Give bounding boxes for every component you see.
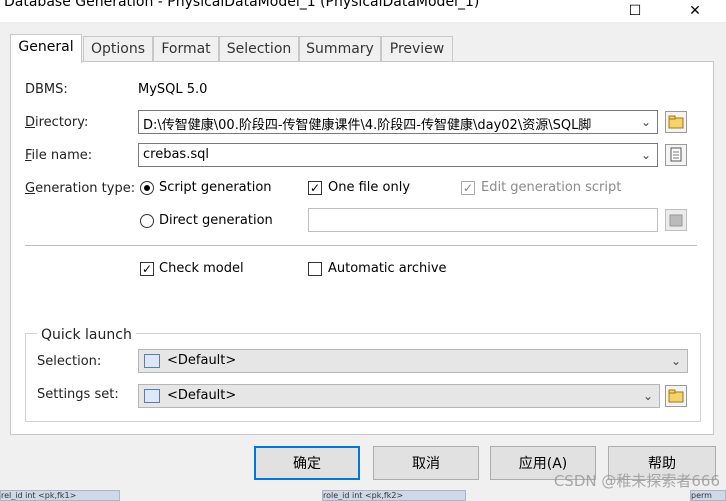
- chevron-down-icon[interactable]: ⌄: [637, 112, 655, 132]
- tab-general[interactable]: General: [10, 34, 82, 63]
- cancel-button[interactable]: 取消: [373, 446, 479, 480]
- edit-generation-script-label: Edit generation script: [481, 180, 622, 195]
- tab-bar: General Options Format Selection Summary…: [10, 34, 710, 63]
- one-file-only-label: One file only: [328, 180, 411, 195]
- settings-set-value: <Default>: [167, 388, 237, 403]
- generation-type-label: Generation type:: [25, 181, 136, 196]
- automatic-archive-checkbox[interactable]: [308, 262, 322, 276]
- tab-selection[interactable]: Selection: [219, 36, 299, 61]
- watermark: CSDN @稚未探索者666: [553, 472, 720, 490]
- background-entity-fragment: rel_id int <pk,fk1>: [0, 490, 120, 501]
- quick-launch-title: Quick launch: [37, 327, 136, 343]
- chevron-down-icon[interactable]: ⌄: [637, 145, 655, 165]
- directory-label: Directory:: [25, 115, 89, 130]
- tab-format[interactable]: Format: [153, 36, 219, 61]
- one-file-only-checkbox[interactable]: ✓: [308, 181, 322, 195]
- filename-label: File name:: [25, 148, 93, 163]
- tab-preview[interactable]: Preview: [381, 36, 453, 61]
- quick-launch-group: [25, 333, 701, 422]
- tab-options[interactable]: Options: [83, 36, 153, 61]
- close-button[interactable]: ✕: [672, 0, 718, 22]
- filename-field[interactable]: crebas.sql ⌄: [138, 143, 658, 167]
- script-generation-label: Script generation: [159, 180, 272, 195]
- directory-value: D:\传智健康\00.阶段四-传智健康课件\4.阶段四-传智健康\day02\资…: [143, 118, 592, 133]
- maximize-button[interactable]: ☐: [612, 0, 658, 22]
- chevron-down-icon[interactable]: ⌄: [667, 351, 685, 371]
- directory-field[interactable]: D:\传智健康\00.阶段四-传智健康课件\4.阶段四-传智健康\day02\资…: [138, 110, 658, 134]
- edit-generation-script-checkbox: ✓: [461, 181, 475, 195]
- check-model-checkbox[interactable]: ✓: [140, 262, 154, 276]
- ok-button[interactable]: 确定: [254, 446, 360, 480]
- document-icon: [670, 147, 682, 162]
- check-model-label: Check model: [159, 261, 244, 276]
- background-entity-fragment: role_id int <pk,fk2>: [322, 490, 466, 501]
- chevron-down-icon[interactable]: ⌄: [639, 386, 657, 406]
- direct-generation-radio[interactable]: [140, 214, 154, 228]
- separator: [25, 245, 697, 246]
- script-icon: [669, 214, 683, 227]
- direct-generation-label: Direct generation: [159, 213, 273, 228]
- maximize-icon: ☐: [628, 3, 642, 19]
- general-panel: DBMS: MySQL 5.0 Directory: D:\传智健康\00.阶段…: [10, 61, 714, 435]
- selection-dropdown[interactable]: <Default> ⌄: [138, 349, 688, 373]
- background-entity-fragment: perm: [690, 490, 726, 501]
- folder-icon: [668, 115, 684, 129]
- settings-set-dropdown[interactable]: <Default> ⌄: [138, 384, 660, 408]
- selection-value: <Default>: [167, 353, 237, 368]
- browse-directory-button[interactable]: [665, 111, 687, 133]
- list-icon: [144, 354, 160, 368]
- tab-summary[interactable]: Summary: [299, 36, 381, 61]
- dbms-value: MySQL 5.0: [138, 82, 208, 97]
- direct-generation-field: [308, 208, 658, 232]
- title-bar: Database Generation - PhysicalDataModel_…: [0, 0, 726, 22]
- filename-value: crebas.sql: [143, 147, 209, 162]
- settings-set-label: Settings set:: [37, 387, 119, 402]
- file-properties-button[interactable]: [665, 144, 687, 166]
- selection-label: Selection:: [37, 354, 102, 369]
- script-generation-radio[interactable]: [140, 181, 154, 195]
- dbms-label: DBMS:: [25, 82, 68, 97]
- list-icon: [144, 389, 160, 403]
- automatic-archive-label: Automatic archive: [328, 261, 447, 276]
- close-icon: ✕: [689, 3, 701, 19]
- settings-set-browse-button[interactable]: [665, 385, 687, 407]
- direct-generation-browse-button: [665, 209, 687, 231]
- folder-icon: [668, 389, 684, 403]
- window-title: Database Generation - PhysicalDataModel_…: [4, 0, 480, 10]
